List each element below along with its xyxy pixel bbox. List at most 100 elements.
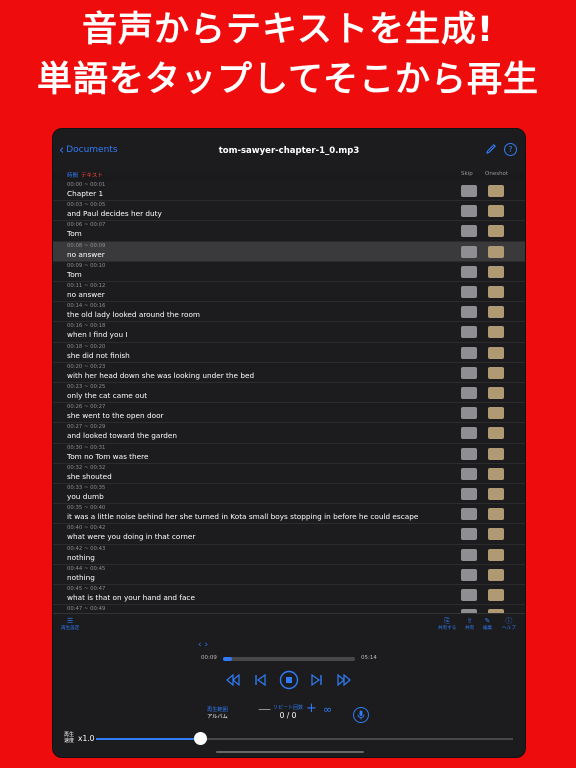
skip-toggle[interactable] xyxy=(461,387,477,399)
oneshot-toggle[interactable] xyxy=(488,589,504,601)
skip-toggle[interactable] xyxy=(461,306,477,319)
oneshot-toggle[interactable] xyxy=(488,508,504,521)
transcript-list[interactable]: 00:00 ~ 00:01 Chapter 1 00:03 ~ 00:05 and P… xyxy=(53,181,525,613)
row-text[interactable]: and looked toward the garden xyxy=(67,431,177,440)
share-export-button[interactable]: ⎘ 共有する xyxy=(438,617,456,631)
list-item[interactable]: 00:09 ~ 00:10 Tom xyxy=(53,262,525,282)
oneshot-toggle[interactable] xyxy=(488,447,504,460)
list-item[interactable]: 00:08 ~ 00:09 no answer xyxy=(53,241,525,262)
skip-toggle[interactable] xyxy=(461,245,477,258)
pencil-icon[interactable] xyxy=(485,143,497,155)
row-text[interactable]: you dumb xyxy=(67,492,104,501)
help-button[interactable]: ⓘ ヘルプ xyxy=(502,617,516,631)
list-item[interactable]: 00:42 ~ 00:43 nothing xyxy=(53,545,525,565)
row-text[interactable]: she did not finish xyxy=(67,351,130,360)
next-icon[interactable] xyxy=(309,672,325,688)
oneshot-toggle[interactable] xyxy=(488,407,504,420)
row-text[interactable]: no answer xyxy=(67,250,105,259)
row-text[interactable]: nothing xyxy=(67,573,95,582)
list-item[interactable]: 00:06 ~ 00:07 Tom xyxy=(53,221,525,242)
oneshot-toggle[interactable] xyxy=(488,467,504,480)
oneshot-toggle[interactable] xyxy=(488,346,504,359)
playback-settings-button[interactable]: ☰ 再生設定 xyxy=(61,617,79,631)
skip-toggle[interactable] xyxy=(461,568,477,581)
row-text[interactable]: with her head down she was looking under… xyxy=(67,371,254,380)
skip-toggle[interactable] xyxy=(461,467,477,480)
skip-toggle[interactable] xyxy=(461,265,477,278)
skip-toggle[interactable] xyxy=(461,528,477,541)
row-text[interactable]: no answer xyxy=(67,290,105,299)
chevron-right-icon[interactable]: › xyxy=(204,640,208,650)
row-text[interactable]: what were you doing in that corner xyxy=(67,532,195,541)
skip-toggle[interactable] xyxy=(461,447,477,460)
row-text[interactable]: she shouted xyxy=(67,472,112,481)
microphone-button[interactable] xyxy=(353,707,369,723)
oneshot-toggle[interactable] xyxy=(488,548,504,561)
list-item[interactable]: 00:00 ~ 00:01 Chapter 1 xyxy=(53,181,525,202)
oneshot-toggle[interactable] xyxy=(488,488,504,500)
speed-slider-thumb[interactable] xyxy=(193,732,207,745)
oneshot-toggle[interactable] xyxy=(488,286,504,298)
row-text[interactable]: Chapter 1 xyxy=(67,189,103,198)
list-item[interactable]: 00:03 ~ 00:05 and Paul decides her duty xyxy=(53,201,525,222)
skip-toggle[interactable] xyxy=(461,508,477,521)
oneshot-toggle[interactable] xyxy=(488,427,504,440)
list-item[interactable]: 00:16 ~ 00:18 when I find you I xyxy=(53,322,525,343)
skip-toggle[interactable] xyxy=(461,326,477,339)
oneshot-toggle[interactable] xyxy=(488,387,504,399)
row-text[interactable]: she went to the open door xyxy=(67,411,164,420)
list-item[interactable]: 00:45 ~ 00:47 what is that on your hand a… xyxy=(53,585,525,606)
row-text[interactable]: and Paul decides her duty xyxy=(67,209,162,218)
list-item[interactable]: 00:32 ~ 00:32 she shouted xyxy=(53,464,525,484)
fast-forward-icon[interactable] xyxy=(336,672,352,688)
skip-toggle[interactable] xyxy=(461,589,477,601)
skip-toggle[interactable] xyxy=(461,286,477,298)
stop-icon[interactable] xyxy=(279,670,299,690)
row-text[interactable]: only the cat came out xyxy=(67,391,147,400)
list-item[interactable]: 00:26 ~ 00:27 she went to the open door xyxy=(53,403,525,424)
list-item[interactable]: 00:44 ~ 00:45 nothing xyxy=(53,565,525,585)
row-text[interactable]: when I find you I xyxy=(67,330,128,339)
oneshot-toggle[interactable] xyxy=(488,205,504,218)
list-item[interactable]: 00:20 ~ 00:23 with her head down she was … xyxy=(53,363,525,383)
oneshot-toggle[interactable] xyxy=(488,306,504,319)
row-text[interactable]: nothing xyxy=(67,553,95,562)
help-icon[interactable]: ? xyxy=(504,143,517,156)
oneshot-toggle[interactable] xyxy=(488,265,504,278)
segment-pager[interactable]: ‹ › xyxy=(198,640,208,650)
speed-slider[interactable] xyxy=(96,732,513,745)
skip-toggle[interactable] xyxy=(461,488,477,500)
skip-toggle[interactable] xyxy=(461,548,477,561)
row-text[interactable]: Tom no Tom was there xyxy=(67,452,149,461)
row-text[interactable]: what is that on your hand and face xyxy=(67,593,195,602)
list-item[interactable]: 00:11 ~ 00:12 no answer xyxy=(53,282,525,303)
oneshot-toggle[interactable] xyxy=(488,528,504,541)
list-item[interactable]: 00:33 ~ 00:35 you dumb xyxy=(53,484,525,505)
list-item[interactable]: 00:18 ~ 00:20 she did not finish xyxy=(53,343,525,363)
skip-toggle[interactable] xyxy=(461,346,477,359)
play-range-selector[interactable]: 再生範囲 アルバム xyxy=(207,706,228,720)
skip-toggle[interactable] xyxy=(461,205,477,218)
list-item[interactable]: 00:47 ~ 00:49 xyxy=(53,605,525,613)
row-text[interactable]: it was a little noise behind her she tur… xyxy=(67,512,418,521)
repeat-infinite-button[interactable]: ∞ xyxy=(323,703,332,716)
progress-bar[interactable] xyxy=(223,657,355,661)
oneshot-toggle[interactable] xyxy=(488,568,504,581)
skip-toggle[interactable] xyxy=(461,407,477,420)
oneshot-toggle[interactable] xyxy=(488,366,504,379)
oneshot-toggle[interactable] xyxy=(488,245,504,258)
row-text[interactable]: Tom xyxy=(67,229,82,238)
repeat-plus-button[interactable]: + xyxy=(306,701,317,716)
skip-toggle[interactable] xyxy=(461,427,477,440)
skip-toggle[interactable] xyxy=(461,185,477,197)
chevron-left-icon[interactable]: ‹ xyxy=(198,640,202,650)
row-text[interactable]: Tom xyxy=(67,270,82,279)
previous-icon[interactable] xyxy=(252,672,268,688)
oneshot-toggle[interactable] xyxy=(488,225,504,238)
share-button[interactable]: ⇪ 共有 xyxy=(465,617,474,631)
oneshot-toggle[interactable] xyxy=(488,185,504,197)
rewind-icon[interactable] xyxy=(225,672,241,688)
list-item[interactable]: 00:35 ~ 00:40 it was a little noise behin… xyxy=(53,504,525,525)
skip-toggle[interactable] xyxy=(461,225,477,238)
list-item[interactable]: 00:40 ~ 00:42 what were you doing in that… xyxy=(53,524,525,545)
